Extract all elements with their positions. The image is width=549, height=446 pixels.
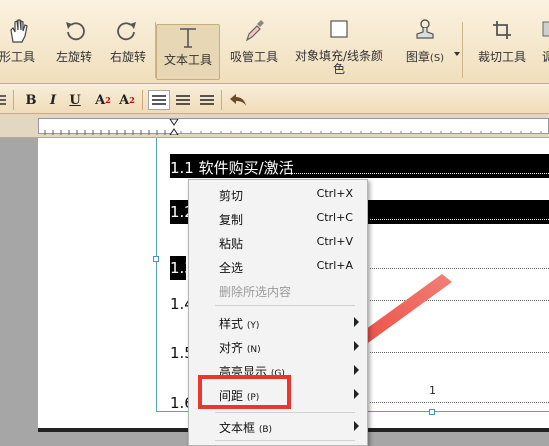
text-tool-label: 文本工具 [163,53,212,67]
rotate-left-icon [66,22,85,41]
eyedropper-icon [245,20,264,42]
frame-handle-left[interactable] [153,256,159,262]
ruler-bar [0,114,549,138]
ruler [38,118,549,135]
submenu-arrow-icon [354,421,359,431]
submenu-arrow-icon [354,317,359,327]
rotate-right-button[interactable]: 右旋转 [104,18,152,80]
adjust-button[interactable]: 调 [538,18,549,80]
rect-tool-label: 矩形工具 [0,50,35,64]
align-left-icon [152,95,166,105]
rect-tool-button[interactable]: 矩形工具 [0,18,42,80]
undo-arrow-icon [230,94,246,106]
fill-color-button[interactable]: 对象填充/线条颜 色 [290,18,388,80]
fill-square-icon [330,20,348,38]
stamp-shortcut: (S) [429,53,445,64]
highlight-box [198,375,291,409]
eyedropper-tool-button[interactable]: 吸管工具 [226,18,282,80]
undo-button[interactable] [226,90,250,110]
menu-item-paste[interactable]: 粘贴 Ctrl+V [189,230,367,254]
align-center-button[interactable] [172,90,194,110]
stamp-icon [416,19,434,39]
list-icon[interactable] [0,92,8,106]
text-tool-button[interactable]: 文本工具 [156,24,220,80]
superscript-button[interactable]: A2 [92,90,114,110]
align-justify-icon [200,95,214,105]
submenu-arrow-icon [354,365,359,375]
align-left-button[interactable] [148,90,170,110]
stamp-dropdown-icon[interactable] [454,52,460,56]
rotate-left-label: 左旋转 [55,50,92,64]
crop-tool-label: 裁切工具 [477,50,526,64]
menu-item-cut[interactable]: 剪切 Ctrl+X [189,182,367,206]
frame-handle-bottom[interactable] [429,409,435,415]
rotate-right-label: 右旋转 [109,50,146,64]
submenu-arrow-icon [354,389,359,399]
menu-item-delete-selection: 删除所选内容 [219,285,292,299]
menu-item-align[interactable]: 对齐 (N) [189,334,367,358]
main-toolbar: 矩形工具 左旋转 右旋转 文本工具 吸管工具 对象填充/线条颜 色 图章(S) … [0,0,549,84]
app-window: { "toolbar": { "items": [ {"label": "矩形工… [0,0,549,446]
stamp-button[interactable]: 图章(S) [398,18,452,80]
rotate-right-icon [117,22,136,41]
submenu-arrow-icon [354,341,359,351]
align-justify-button[interactable] [196,90,218,110]
text-tool-icon [180,28,196,48]
adjust-icon [542,21,549,37]
menu-item-select-all[interactable]: 全选 Ctrl+A [189,254,367,278]
fill-color-label: 对象填充/线条颜 色 [294,49,384,76]
adjust-label: 调 [541,50,549,64]
menu-item-copy[interactable]: 复制 Ctrl+C [189,206,367,230]
crop-tool-button[interactable]: 裁切工具 [474,18,530,80]
menu-item-style[interactable]: 样式 (Y) [189,310,367,334]
underline-button[interactable]: U [66,90,84,110]
subscript-button[interactable]: A2 [116,90,138,110]
rotate-left-button[interactable]: 左旋转 [50,18,98,80]
bold-button[interactable]: B [22,90,40,110]
menu-item-textbox[interactable]: 文本框 (B) [189,414,367,438]
italic-button[interactable]: I [44,90,62,110]
format-toolbar: B I U A2 A2 [0,84,549,114]
hand-icon [10,19,28,43]
crop-icon [493,21,511,39]
toc-line-1: 1.1 软件购买/激活 [170,159,294,177]
align-center-icon [176,95,190,105]
eyedropper-label: 吸管工具 [229,50,278,64]
stamp-label: 图章 [405,50,430,64]
